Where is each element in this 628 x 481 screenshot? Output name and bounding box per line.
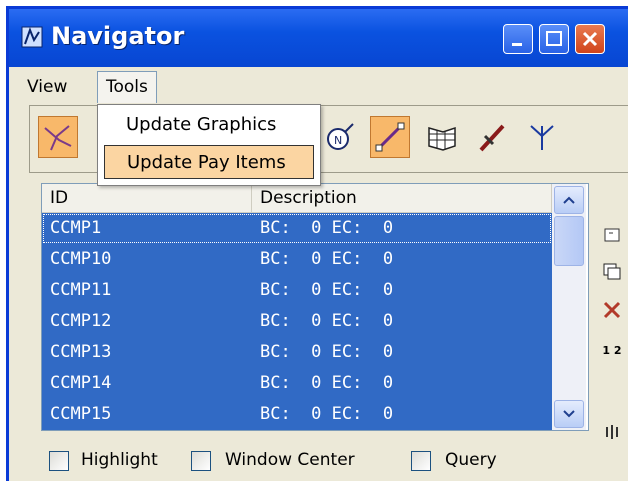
minimize-icon <box>512 43 522 46</box>
branch-tool[interactable] <box>522 116 562 158</box>
row-description: BC: 0 EC: 0 <box>260 342 394 362</box>
chevron-up-icon <box>563 196 575 204</box>
compass-icon: N <box>327 123 354 150</box>
pipe-tool[interactable] <box>472 116 512 158</box>
flag-grid-icon <box>428 126 456 151</box>
maximize-icon <box>546 31 562 46</box>
row-id: CCMP1 <box>50 218 102 238</box>
branch-icon <box>530 125 554 150</box>
row-description: BC: 0 EC: 0 <box>260 373 394 393</box>
table-row[interactable]: CCMP11 BC: 0 EC: 0 <box>42 275 552 306</box>
menu-bar: View Tools <box>9 69 628 103</box>
side-tool-open[interactable] <box>597 219 627 249</box>
navigator-app-icon <box>21 26 43 48</box>
side-tool-more[interactable] <box>597 417 627 447</box>
svg-text:N: N <box>334 134 342 147</box>
side-tool-copy[interactable] <box>597 257 627 287</box>
vertical-scrollbar[interactable] <box>552 184 586 430</box>
query-label: Query <box>445 450 497 470</box>
table-row[interactable]: CCMP10 BC: 0 EC: 0 <box>42 244 552 275</box>
row-description: BC: 0 EC: 0 <box>260 218 394 238</box>
row-description: BC: 0 EC: 0 <box>260 249 394 269</box>
tools-dropdown-menu: Update Graphics Update Pay Items <box>97 104 321 186</box>
highlight-label: Highlight <box>81 450 158 470</box>
list-header: ID Description <box>42 184 552 213</box>
scroll-thumb[interactable] <box>554 216 584 266</box>
scroll-down-button[interactable] <box>554 400 584 428</box>
row-id: CCMP15 <box>50 404 112 424</box>
delete-icon <box>603 301 621 319</box>
crossing-lines-tool[interactable] <box>38 116 78 158</box>
menu-tools[interactable]: Tools <box>97 71 157 103</box>
close-icon <box>582 31 598 47</box>
table-row[interactable]: CCMP12 BC: 0 EC: 0 <box>42 306 552 337</box>
row-id: CCMP13 <box>50 342 112 362</box>
side-tool-delete[interactable] <box>597 295 627 325</box>
minimize-button[interactable] <box>503 24 533 54</box>
line-draw-tool[interactable] <box>370 116 410 158</box>
table-row[interactable]: CCMP14 BC: 0 EC: 0 <box>42 368 552 399</box>
order-icon: 1 2 <box>602 343 622 357</box>
maximize-button[interactable] <box>539 24 569 54</box>
row-id: CCMP10 <box>50 249 112 269</box>
stack-icon <box>606 425 618 439</box>
crossing-lines-icon <box>44 125 72 151</box>
table-row[interactable]: CCMP15 BC: 0 EC: 0 <box>42 399 552 430</box>
compass-tool[interactable]: N <box>320 116 360 158</box>
chevron-down-icon <box>563 410 575 418</box>
row-id: CCMP12 <box>50 311 112 331</box>
title-bar[interactable]: Navigator <box>9 9 628 67</box>
scroll-up-button[interactable] <box>554 186 584 214</box>
open-item-icon <box>604 228 620 242</box>
flag-grid-tool[interactable] <box>422 116 462 158</box>
table-row[interactable]: CCMP1 BC: 0 EC: 0 <box>42 213 552 244</box>
items-list[interactable]: ID Description CCMP1 BC: 0 EC: 0 CCMP10 BC:… <box>41 183 589 431</box>
copy-icon <box>603 263 621 280</box>
side-tool-order[interactable]: 1 2 <box>597 335 627 365</box>
navigator-window: Navigator View Tools N ID Description CC… <box>6 6 628 481</box>
list-rows: CCMP1 BC: 0 EC: 0 CCMP10 BC: 0 EC: 0 CCMP11 B… <box>42 213 552 430</box>
column-header-description[interactable]: Description <box>252 184 552 212</box>
highlight-checkbox[interactable] <box>49 451 69 471</box>
menu-item-update-graphics[interactable]: Update Graphics <box>104 108 314 142</box>
window-title: Navigator <box>51 22 185 50</box>
column-header-id[interactable]: ID <box>42 184 252 212</box>
menu-item-update-pay-items[interactable]: Update Pay Items <box>104 145 314 179</box>
table-row[interactable]: CCMP13 BC: 0 EC: 0 <box>42 337 552 368</box>
line-draw-icon <box>375 122 405 152</box>
row-description: BC: 0 EC: 0 <box>260 311 394 331</box>
row-id: CCMP11 <box>50 280 112 300</box>
pipe-icon <box>479 124 505 152</box>
close-button[interactable] <box>575 24 605 54</box>
query-checkbox[interactable] <box>411 451 431 471</box>
menu-view[interactable]: View <box>21 75 73 99</box>
window-center-label: Window Center <box>225 450 355 470</box>
row-description: BC: 0 EC: 0 <box>260 404 394 424</box>
window-center-checkbox[interactable] <box>191 451 211 471</box>
row-description: BC: 0 EC: 0 <box>260 280 394 300</box>
row-id: CCMP14 <box>50 373 112 393</box>
